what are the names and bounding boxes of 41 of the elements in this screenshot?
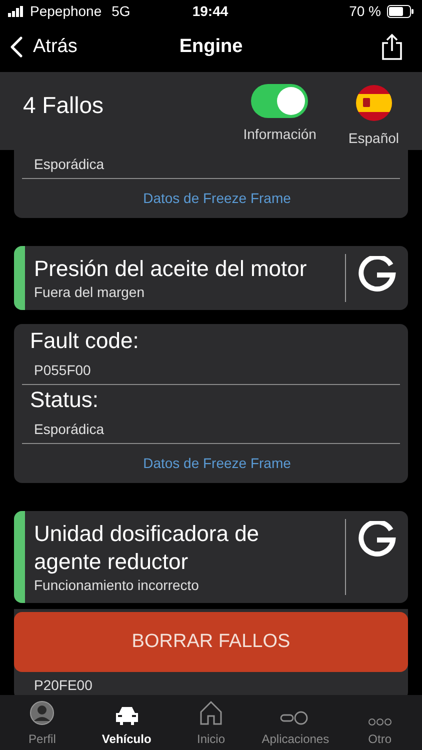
freeze-frame-link[interactable]: Datos de Freeze Frame bbox=[143, 188, 291, 209]
fault-count: 4 Fallos bbox=[23, 91, 104, 120]
language-label: Español bbox=[348, 129, 399, 148]
tab-item[interactable]: Vehículo bbox=[84, 695, 169, 750]
field-value: Esporádica bbox=[34, 420, 106, 439]
tab-item[interactable]: Inicio bbox=[168, 695, 254, 750]
information-toggle[interactable] bbox=[251, 84, 308, 118]
field-value: P20FE00 bbox=[34, 676, 94, 695]
clock-time: 19:44 bbox=[192, 2, 228, 20]
fault-title: Unidad dosificadora de agente reductor bbox=[34, 520, 260, 576]
person-icon bbox=[29, 700, 56, 726]
field-value: Esporádica bbox=[34, 155, 106, 174]
more-icon bbox=[368, 718, 392, 726]
chevron-left-icon bbox=[10, 36, 23, 58]
field-label: Fault code: bbox=[30, 327, 140, 355]
freeze-frame-link[interactable]: Datos de Freeze Frame bbox=[143, 453, 291, 474]
tab-item[interactable]: Otro bbox=[338, 695, 422, 750]
carrier-name: Pepephone bbox=[30, 2, 102, 21]
battery-percent: 70 % bbox=[349, 2, 381, 20]
tab-item[interactable]: Perfil bbox=[0, 695, 84, 750]
g-letter-icon bbox=[358, 256, 396, 294]
fault-card[interactable]: Presión del aceite del motor Fuera del margen bbox=[14, 246, 408, 310]
g-letter-icon bbox=[358, 521, 396, 559]
battery-icon bbox=[387, 4, 414, 18]
back-button[interactable]: Atrás bbox=[10, 32, 78, 62]
house-icon bbox=[199, 700, 224, 726]
clear-faults-button[interactable]: BORRAR FALLOS bbox=[14, 612, 408, 672]
fault-subtitle: Fuera del margen bbox=[34, 283, 146, 301]
field-value: P055F00 bbox=[34, 361, 92, 380]
screen-title: Engine bbox=[179, 34, 243, 59]
network-type: 5G bbox=[112, 2, 130, 20]
car-icon bbox=[114, 704, 140, 726]
fault-subtitle: Funcionamiento incorrecto bbox=[34, 576, 200, 594]
fault-title: Presión del aceite del motor bbox=[34, 255, 308, 283]
fault-card[interactable]: Unidad dosificadora de agente reductor Funcionamiento incorrecto bbox=[14, 511, 408, 603]
field-label: Status: bbox=[30, 386, 100, 414]
share-icon[interactable] bbox=[381, 33, 403, 61]
tab-item[interactable]: Aplicaciones bbox=[253, 695, 338, 750]
toggle-label: Información bbox=[243, 125, 316, 144]
signal-icon bbox=[8, 6, 24, 16]
toggle-shape-icon bbox=[280, 710, 310, 726]
